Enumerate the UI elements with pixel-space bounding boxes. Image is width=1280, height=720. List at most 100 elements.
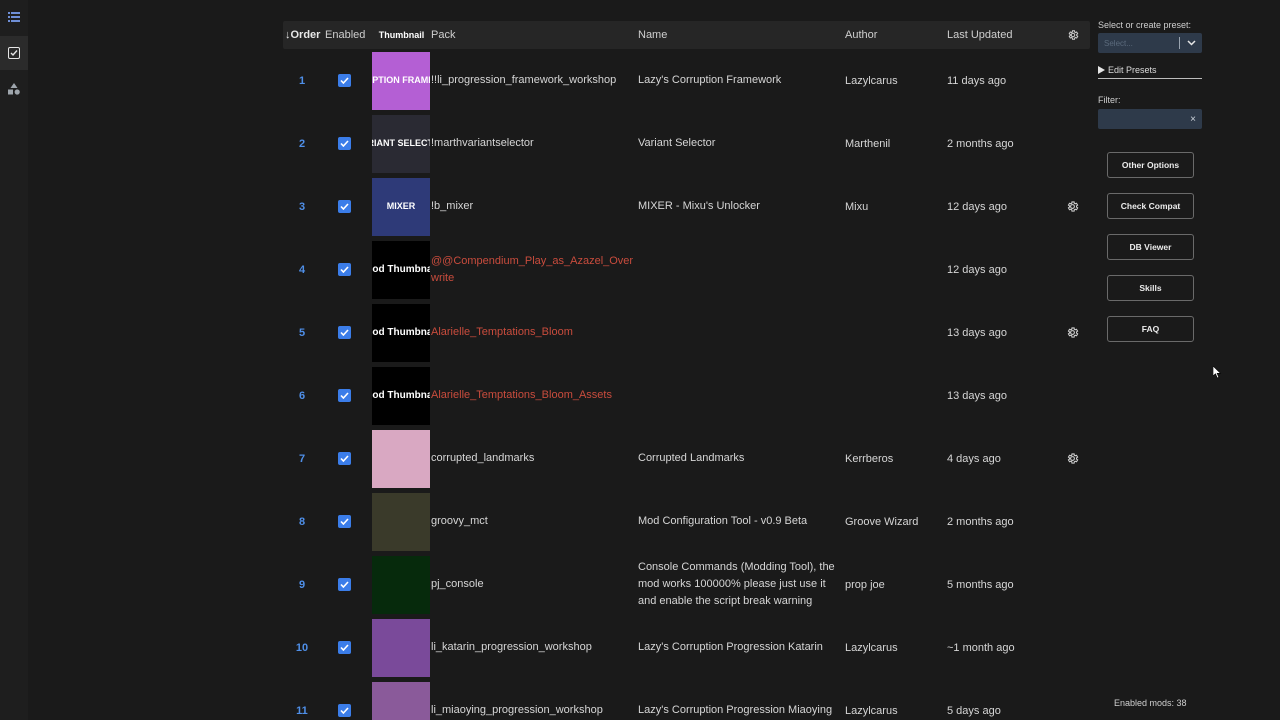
table-row[interactable]: 2 VARIANT SELECTOR !marthvariantselector… <box>283 112 1090 175</box>
order-number[interactable]: 2 <box>283 138 321 150</box>
enabled-checkbox[interactable] <box>338 452 351 465</box>
mod-author: Kerrberos <box>845 452 894 465</box>
gear-icon[interactable] <box>1066 326 1079 339</box>
enabled-checkbox[interactable] <box>338 326 351 339</box>
enabled-checkbox[interactable] <box>338 200 351 213</box>
table-settings-button[interactable] <box>1055 29 1090 41</box>
gear-icon[interactable] <box>1066 200 1079 213</box>
mod-author: Groove Wizard <box>845 515 919 528</box>
column-header-enabled[interactable]: Enabled <box>321 29 368 41</box>
faq-button[interactable]: FAQ <box>1107 316 1194 342</box>
table-row[interactable]: 1 CORRUPTION FRAMEWORK !!li_progression_… <box>283 49 1090 112</box>
order-number[interactable]: 7 <box>283 453 321 465</box>
mod-thumbnail: VARIANT SELECTOR <box>372 114 430 173</box>
enabled-checkbox[interactable] <box>338 704 351 717</box>
thumbnail-cell <box>368 429 431 488</box>
table-row[interactable]: 5 Mod Thumbnail Alarielle_Temptations_Bl… <box>283 301 1090 364</box>
last-updated: 2 months ago <box>947 137 1014 150</box>
gear-icon[interactable] <box>1066 452 1079 465</box>
enabled-cell <box>321 452 368 465</box>
mod-author: prop joe <box>845 578 885 591</box>
side-buttons: Other Options Check Compat DB Viewer Skills… <box>1098 0 1208 400</box>
enabled-checkbox[interactable] <box>338 137 351 150</box>
mod-name: Mod Configuration Tool - v0.9 Beta <box>638 515 808 527</box>
order-number[interactable]: 8 <box>283 516 321 528</box>
thumbnail-cell <box>368 492 431 551</box>
order-number[interactable]: 3 <box>283 201 321 213</box>
gear-icon <box>1068 30 1078 40</box>
thumbnail-text: Mod Thumbnail <box>372 263 430 275</box>
last-updated: 5 months ago <box>947 578 1014 591</box>
checkmark-icon <box>340 203 349 210</box>
enabled-checkbox[interactable] <box>338 389 351 402</box>
last-updated: ~1 month ago <box>947 641 1015 654</box>
checkmark-icon <box>340 518 349 525</box>
order-number[interactable]: 5 <box>283 327 321 339</box>
mods-list-nav-button[interactable] <box>0 0 28 34</box>
mod-author: Marthenil <box>845 137 891 150</box>
pack-name: li_katarin_progression_workshop <box>431 641 592 653</box>
table-row[interactable]: 8 groovy_mct Mod Configuration Tool - v0… <box>283 490 1090 553</box>
table-row[interactable]: 10 li_katarin_progression_workshop Lazy'… <box>283 616 1090 679</box>
column-header-pack[interactable]: Pack <box>431 29 636 41</box>
last-updated: 5 days ago <box>947 704 1001 717</box>
order-number[interactable]: 9 <box>283 579 321 591</box>
enabled-checkbox[interactable] <box>338 515 351 528</box>
checkmark-icon <box>340 581 349 588</box>
table-row[interactable]: 9 pj_console Console Commands (Modding T… <box>283 553 1090 616</box>
last-updated: 13 days ago <box>947 326 1007 339</box>
column-header-name[interactable]: Name <box>636 29 841 41</box>
table-row[interactable]: 4 Mod Thumbnail @@Compendium_Play_as_Aza… <box>283 238 1090 301</box>
table-row[interactable]: 3 MIXER !b_mixer MIXER - Mixu's Unlocker… <box>283 175 1090 238</box>
tools-nav-button[interactable] <box>0 72 28 106</box>
enabled-cell <box>321 74 368 87</box>
checkmark-icon <box>340 707 349 714</box>
mod-selection-nav-button[interactable] <box>0 36 28 70</box>
enabled-checkbox[interactable] <box>338 578 351 591</box>
thumbnail-cell: Mod Thumbnail <box>368 303 431 362</box>
checkmark-icon <box>340 644 349 651</box>
mod-thumbnail <box>372 618 430 677</box>
db-viewer-button[interactable]: DB Viewer <box>1107 234 1194 260</box>
checkmark-icon <box>340 77 349 84</box>
mod-author: Lazylcarus <box>845 74 898 87</box>
order-number[interactable]: 4 <box>283 264 321 276</box>
table-row[interactable]: 7 corrupted_landmarks Corrupted Landmark… <box>283 427 1090 490</box>
mod-name: Console Commands (Modding Tool), the mod… <box>638 561 835 607</box>
pack-name: !!li_progression_framework_workshop <box>431 74 617 86</box>
other-options-button[interactable]: Other Options <box>1107 152 1194 178</box>
order-number[interactable]: 1 <box>283 75 321 87</box>
check-compat-button[interactable]: Check Compat <box>1107 193 1194 219</box>
enabled-checkbox[interactable] <box>338 74 351 87</box>
pack-name: li_miaoying_progression_workshop <box>431 704 603 716</box>
enabled-checkbox[interactable] <box>338 641 351 654</box>
column-header-order[interactable]: ↓Order <box>283 29 321 41</box>
mod-settings-cell <box>1055 200 1090 213</box>
thumbnail-text: VARIANT SELECTOR <box>372 138 430 148</box>
order-number[interactable]: 10 <box>283 642 321 654</box>
thumbnail-text: CORRUPTION FRAMEWORK <box>372 75 430 85</box>
pack-name: corrupted_landmarks <box>431 452 535 464</box>
mod-thumbnail <box>372 555 430 614</box>
thumbnail-text: Mod Thumbnail <box>372 326 430 338</box>
column-header-author[interactable]: Author <box>841 29 943 41</box>
order-number[interactable]: 6 <box>283 390 321 402</box>
enabled-mods-count: Enabled mods: 38 <box>1114 698 1187 708</box>
enabled-checkbox[interactable] <box>338 263 351 276</box>
mod-thumbnail: MIXER <box>372 177 430 236</box>
thumbnail-cell <box>368 618 431 677</box>
mod-settings-cell <box>1055 452 1090 465</box>
table-row[interactable]: 11 li_miaoying_progression_workshop Lazy… <box>283 679 1090 720</box>
mod-name: MIXER - Mixu's Unlocker <box>638 200 760 212</box>
thumbnail-cell: Mod Thumbnail <box>368 240 431 299</box>
table-row[interactable]: 6 Mod Thumbnail Alarielle_Temptations_Bl… <box>283 364 1090 427</box>
list-icon <box>8 12 20 22</box>
mod-name: Lazy's Corruption Progression Miaoying <box>638 704 833 716</box>
left-rail <box>0 0 28 720</box>
skills-button[interactable]: Skills <box>1107 275 1194 301</box>
table-body: 1 CORRUPTION FRAMEWORK !!li_progression_… <box>283 49 1090 720</box>
mod-thumbnail <box>372 681 430 720</box>
column-header-last-updated[interactable]: Last Updated <box>943 29 1055 41</box>
pack-name: groovy_mct <box>431 515 488 527</box>
order-number[interactable]: 11 <box>283 705 321 717</box>
